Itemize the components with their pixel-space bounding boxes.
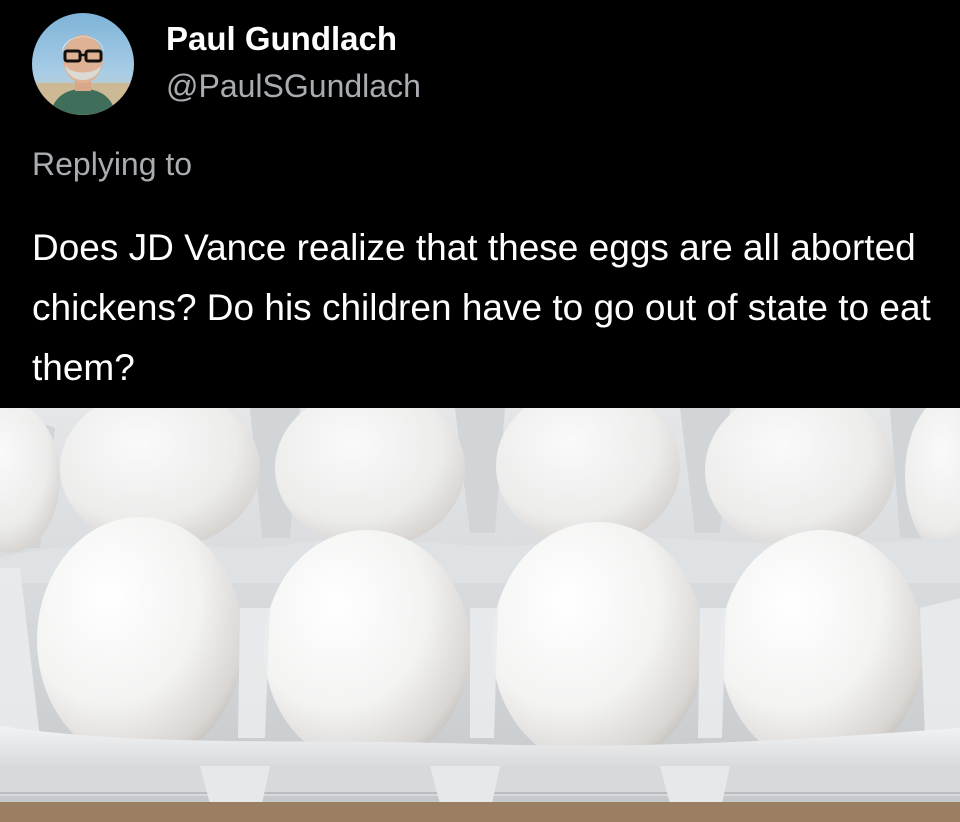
tweet-header: Paul Gundlach @PaulSGundlach Replying to… xyxy=(0,0,960,408)
avatar[interactable] xyxy=(32,13,134,115)
egg-carton-photo-icon xyxy=(0,408,960,822)
tweet-text: Does JD Vance realize that these eggs ar… xyxy=(32,227,931,388)
author-display-name[interactable]: Paul Gundlach xyxy=(166,20,397,58)
profile-photo-icon xyxy=(32,13,134,115)
tweet-photo[interactable] xyxy=(0,408,960,822)
replying-to-label: Replying to xyxy=(32,146,193,182)
author-handle[interactable]: @PaulSGundlach xyxy=(166,68,421,105)
